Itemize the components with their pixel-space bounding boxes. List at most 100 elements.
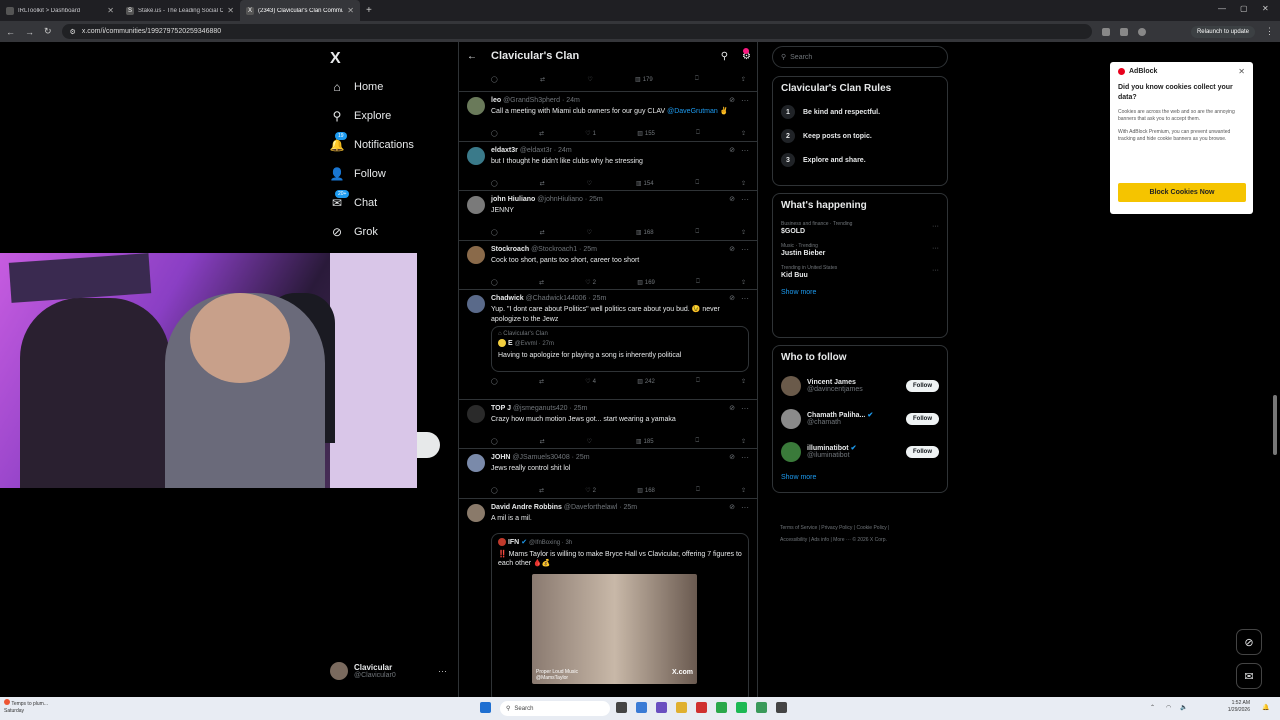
like-icon[interactable]: ♡ — [587, 76, 592, 83]
repost-icon[interactable]: ⇄ — [539, 130, 544, 137]
reply-icon[interactable]: ◯ — [491, 378, 498, 385]
trend-item[interactable]: Music · Trending Justin Bieber ··· — [773, 239, 947, 261]
bookmark-icon[interactable]: ⎕ — [696, 378, 700, 385]
quoted-post[interactable]: ⌂ Clavicular's Clan E @Evvml · 27m Havin… — [491, 326, 749, 372]
bookmark-icon[interactable]: ⎕ — [695, 180, 699, 187]
views-icon[interactable]: ▥ 179 — [635, 76, 653, 84]
reply-icon[interactable]: ◯ — [491, 180, 498, 187]
app-icon[interactable] — [656, 702, 667, 713]
quoted-image[interactable]: Proper Loud Music @MamsTaylor X.com — [532, 574, 697, 684]
share-icon[interactable]: ⇪ — [741, 180, 746, 187]
author-name[interactable]: TOP J — [491, 405, 511, 412]
more-icon[interactable]: ··· — [741, 294, 749, 303]
mention-link[interactable]: @DaveGrutman — [667, 108, 718, 115]
share-icon[interactable]: ⇪ — [741, 130, 746, 137]
extension-icon[interactable] — [1101, 27, 1110, 36]
app-icon[interactable] — [756, 702, 767, 713]
browser-tab[interactable]: S Stake.us - The Leading Social C ✕ — [120, 0, 240, 21]
more-icon[interactable]: ··· — [932, 223, 939, 230]
grok-explain-icon[interactable]: ⊘ — [729, 503, 735, 511]
close-tab-icon[interactable]: ✕ — [227, 6, 234, 15]
like-icon[interactable]: ♡ — [587, 438, 594, 445]
like-icon[interactable]: ♡ 2 — [585, 279, 596, 287]
messages-floating-icon[interactable]: ✉ — [1236, 663, 1262, 689]
bookmark-icon[interactable]: ⎕ — [696, 279, 700, 286]
app-icon[interactable] — [696, 702, 707, 713]
reply-icon[interactable]: ◯ — [491, 229, 498, 236]
avatar[interactable] — [467, 405, 485, 423]
grok-explain-icon[interactable]: ⊘ — [729, 453, 735, 461]
follow-suggestion[interactable]: Vincent James @davincentjames Follow — [773, 369, 947, 402]
views-icon[interactable]: ▥ 185 — [636, 438, 654, 446]
profile-avatar-icon[interactable] — [1137, 27, 1146, 36]
close-icon[interactable]: ✕ — [1238, 67, 1245, 76]
share-icon[interactable]: ⇪ — [741, 378, 746, 385]
post[interactable]: JOHN @JSamuels30408 · 25m ⊘ ··· Jews really… — [459, 448, 757, 498]
bookmark-icon[interactable]: ⎕ — [695, 438, 699, 445]
scrollbar[interactable] — [1273, 395, 1277, 455]
site-info-icon[interactable]: ⚙ — [70, 28, 76, 36]
task-view-icon[interactable] — [616, 702, 627, 713]
more-icon[interactable]: ··· — [741, 245, 749, 254]
repost-icon[interactable]: ⇄ — [540, 438, 545, 445]
like-icon[interactable]: ♡ 1 — [585, 130, 596, 138]
notification-bell-icon[interactable]: 🔔 — [1262, 704, 1269, 711]
post-button-partial[interactable] — [417, 432, 440, 458]
relaunch-button[interactable]: Relaunch to update — [1190, 25, 1255, 38]
post[interactable]: Stockroach @Stockroach1 · 25m ⊘ ··· Cock to… — [459, 240, 757, 289]
post[interactable]: Chadwick @Chadwick144006 · 25m ⊘ ··· Yup. "… — [459, 289, 757, 399]
author-name[interactable]: leo — [491, 97, 501, 104]
repost-icon[interactable]: ⇄ — [540, 76, 545, 83]
file-explorer-icon[interactable] — [676, 702, 687, 713]
url-field[interactable]: ⚙ x.com/i/communities/1992797520259346880 — [61, 24, 1092, 39]
author-name[interactable]: eldaxt3r — [491, 147, 518, 154]
close-tab-icon[interactable]: ✕ — [347, 6, 354, 15]
avatar[interactable] — [467, 504, 485, 522]
browser-tab[interactable]: IRLToolkit > Dashboard ✕ — [0, 0, 120, 21]
avatar[interactable] — [467, 147, 485, 165]
repost-icon[interactable]: ⇄ — [539, 487, 544, 494]
nav-grok[interactable]: ⊘ Grok — [330, 225, 378, 239]
browser-menu-icon[interactable]: ⋮ — [1265, 26, 1274, 37]
bookmark-icon[interactable]: ⎕ — [696, 487, 700, 494]
more-icon[interactable]: ··· — [741, 195, 749, 204]
close-window-icon[interactable]: ✕ — [1262, 4, 1269, 13]
extension-icon[interactable] — [1119, 27, 1128, 36]
avatar[interactable] — [467, 97, 485, 115]
more-icon[interactable]: ··· — [741, 146, 749, 155]
grok-explain-icon[interactable]: ⊘ — [729, 195, 735, 203]
grok-explain-icon[interactable]: ⊘ — [729, 294, 735, 302]
nav-explore[interactable]: ⚲ Explore — [330, 109, 392, 123]
like-icon[interactable]: ♡ 2 — [585, 487, 596, 495]
author-name[interactable]: David Andre Robbins — [491, 504, 562, 511]
author-name[interactable]: Chadwick — [491, 295, 524, 302]
views-icon[interactable]: ▥ 168 — [637, 487, 655, 495]
avatar[interactable] — [467, 196, 485, 214]
follow-button[interactable]: Follow — [906, 379, 939, 392]
reply-icon[interactable]: ◯ — [491, 279, 498, 286]
reply-icon[interactable]: ◯ — [491, 130, 498, 137]
tray-chevron-icon[interactable]: ⌃ — [1150, 704, 1155, 711]
author-name[interactable]: JOHN — [491, 454, 510, 461]
forward-icon[interactable]: → — [25, 27, 34, 37]
views-icon[interactable]: ▥ 169 — [637, 279, 655, 287]
more-icon[interactable]: ··· — [932, 245, 939, 252]
avatar[interactable] — [467, 454, 485, 472]
post[interactable]: john Hiuliano @johnHiuliano · 25m ⊘ ··· JEN… — [459, 190, 757, 240]
show-more-link[interactable]: Show more — [773, 468, 947, 487]
follow-suggestion[interactable]: illuminatibot ✔ @iluminatibot Follow — [773, 435, 947, 468]
new-tab-button[interactable]: + — [366, 5, 372, 16]
more-icon[interactable]: ··· — [932, 267, 939, 274]
avatar[interactable] — [467, 246, 485, 264]
nav-notifications[interactable]: 🔔 19 Notifications — [330, 132, 414, 152]
share-icon[interactable]: ⇪ — [741, 229, 746, 236]
volume-icon[interactable]: 🔈 — [1180, 704, 1187, 711]
reply-icon[interactable]: ◯ — [491, 438, 498, 445]
repost-icon[interactable]: ⇄ — [539, 279, 544, 286]
share-icon[interactable]: ⇪ — [741, 438, 746, 445]
more-icon[interactable]: ··· — [741, 503, 749, 512]
share-icon[interactable]: ⇪ — [741, 487, 746, 494]
trend-item[interactable]: Business and finance · Trending $GOLD ··· — [773, 217, 947, 239]
close-tab-icon[interactable]: ✕ — [107, 6, 114, 15]
trend-item[interactable]: Trending in United States Kid Buu ··· — [773, 261, 947, 283]
